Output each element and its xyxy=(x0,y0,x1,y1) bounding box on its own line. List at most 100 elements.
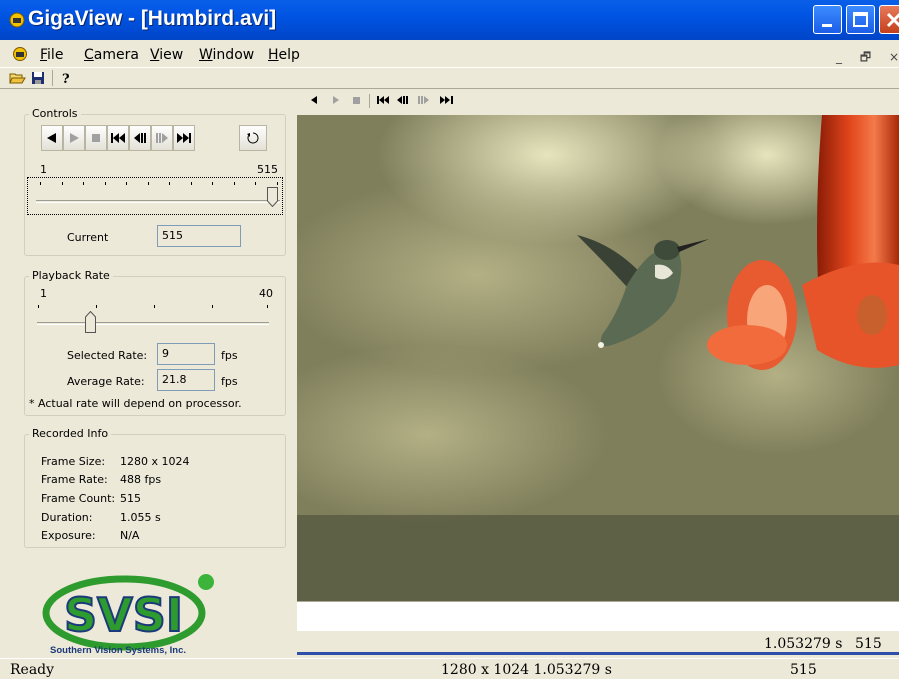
window-title: GigaView - [Humbird.avi] xyxy=(28,7,277,30)
menu-view-rest: iew xyxy=(159,47,184,63)
frame-tick xyxy=(40,182,41,185)
info-row-frame-rate: Frame Rate: 488 fps xyxy=(41,473,161,486)
loop-icon xyxy=(247,132,259,144)
current-label: Current xyxy=(67,231,109,244)
play-reverse-button[interactable] xyxy=(41,125,63,151)
video-toolbar xyxy=(297,90,899,115)
info-row-exposure: Exposure: N/A xyxy=(41,529,139,542)
video-toolbar-separator xyxy=(369,94,370,108)
app-icon xyxy=(9,12,25,28)
frame-tick xyxy=(233,182,235,185)
frame-tick xyxy=(169,182,170,185)
document-icon[interactable] xyxy=(12,46,28,62)
frame-slider-track xyxy=(36,200,280,203)
open-folder-icon[interactable] xyxy=(9,70,26,86)
frame-tick xyxy=(61,182,63,185)
rate-slider[interactable] xyxy=(33,301,271,333)
stop-button[interactable] xyxy=(85,125,107,151)
mdi-controls: _ 🗗 × xyxy=(822,48,899,69)
mdi-close-button[interactable]: × xyxy=(889,50,899,64)
video-step-forward-icon[interactable] xyxy=(418,96,430,104)
hummingbird-scene xyxy=(297,115,899,601)
status-ready: Ready xyxy=(10,662,55,678)
rate-tick xyxy=(267,305,268,308)
current-frame-field: 515 xyxy=(157,225,241,247)
video-frame[interactable] xyxy=(297,115,899,601)
menu-file-rest: ile xyxy=(47,47,64,63)
step-forward-icon xyxy=(156,133,168,143)
step-back-button[interactable] xyxy=(129,125,151,151)
video-last-frame-icon[interactable] xyxy=(440,96,453,104)
last-frame-icon xyxy=(177,133,191,143)
first-frame-button[interactable] xyxy=(107,125,129,151)
recorded-info-title: Recorded Info xyxy=(29,427,112,440)
menu-help[interactable]: Help xyxy=(268,47,300,63)
minimize-button[interactable] xyxy=(813,5,842,34)
rate-tick xyxy=(38,305,39,308)
left-panel: Controls 1 515 Current 515 Playback Rate xyxy=(0,90,297,662)
rate-range-min: 1 xyxy=(40,287,47,300)
playback-rate-group: Playback Rate 1 40 Selected Rate: 9 fps … xyxy=(24,269,286,416)
rate-range-max: 40 xyxy=(259,287,273,300)
video-step-back-icon[interactable] xyxy=(397,96,409,104)
mdi-minimize-button[interactable]: _ xyxy=(836,50,842,64)
average-rate-unit: fps xyxy=(221,375,238,388)
video-play-icon[interactable] xyxy=(333,96,339,104)
menu-window-rest: indow xyxy=(212,47,255,63)
menu-help-rest: elp xyxy=(278,47,300,63)
frame-tick xyxy=(190,182,192,185)
info-key: Exposure: xyxy=(41,529,96,542)
selected-rate-field[interactable]: 9 xyxy=(157,343,215,365)
info-key: Duration: xyxy=(41,511,93,524)
svg-text:?: ? xyxy=(62,72,70,86)
recorded-info-group: Recorded Info Frame Size: 1280 x 1024 Fra… xyxy=(24,427,286,548)
frame-tick xyxy=(104,182,106,185)
menu-bar: File Camera View Window Help _ 🗗 × xyxy=(0,40,899,68)
info-row-duration: Duration: 1.055 s xyxy=(41,511,161,524)
loop-button[interactable] xyxy=(239,125,267,151)
play-button[interactable] xyxy=(63,125,85,151)
video-stop-icon[interactable] xyxy=(353,96,360,104)
frame-slider[interactable] xyxy=(27,177,283,215)
video-frame-readout: 515 xyxy=(855,636,882,652)
frame-slider-thumb[interactable] xyxy=(267,187,278,207)
status-info: 1280 x 1024 1.053279 s xyxy=(441,662,612,678)
rate-tick xyxy=(96,305,97,308)
rate-slider-thumb[interactable] xyxy=(85,311,96,333)
mdi-restore-button[interactable]: 🗗 xyxy=(860,50,871,64)
step-back-icon xyxy=(134,133,146,143)
frame-tick xyxy=(83,182,84,185)
frame-range-max: 515 xyxy=(257,163,278,176)
info-value: 1.055 s xyxy=(120,511,161,524)
video-play-reverse-icon[interactable] xyxy=(311,96,317,104)
title-bar: GigaView - [Humbird.avi] xyxy=(0,0,899,40)
menu-file[interactable]: File xyxy=(40,47,63,63)
info-key: Frame Size: xyxy=(41,455,106,468)
first-frame-icon xyxy=(111,133,125,143)
toolbar-separator xyxy=(52,70,53,86)
info-row-frame-count: Frame Count: 515 xyxy=(41,492,141,505)
help-question-icon[interactable]: ? xyxy=(58,70,75,86)
maximize-button[interactable] xyxy=(846,5,875,34)
step-forward-button[interactable] xyxy=(151,125,173,151)
menu-camera[interactable]: Camera xyxy=(84,47,139,63)
info-value: 1280 x 1024 xyxy=(120,455,190,468)
info-key: Frame Rate: xyxy=(41,473,108,486)
frame-range-min: 1 xyxy=(40,163,47,176)
video-first-frame-icon[interactable] xyxy=(377,96,389,104)
close-button[interactable] xyxy=(879,5,899,34)
info-value: N/A xyxy=(120,529,140,542)
controls-title: Controls xyxy=(29,107,81,120)
status-frame: 515 xyxy=(790,662,817,678)
save-disk-icon[interactable] xyxy=(30,70,47,86)
selected-rate-unit: fps xyxy=(221,349,238,362)
frame-tick xyxy=(276,182,278,185)
menu-window[interactable]: Window xyxy=(199,47,254,63)
play-icon xyxy=(70,133,79,143)
svg-text:SVSI: SVSI xyxy=(64,588,183,642)
menu-view[interactable]: View xyxy=(150,47,183,63)
controls-group: Controls 1 515 Current 515 xyxy=(24,107,286,256)
main-toolbar: ? xyxy=(0,68,899,89)
frame-tick xyxy=(212,182,213,185)
last-frame-button[interactable] xyxy=(173,125,195,151)
